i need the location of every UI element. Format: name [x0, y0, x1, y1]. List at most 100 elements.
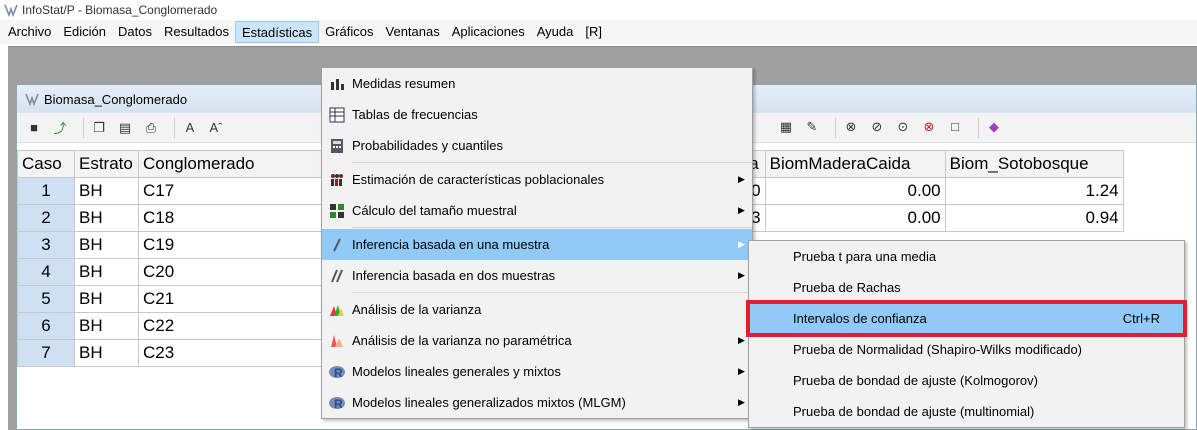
- font-size-icon[interactable]: Aˆ: [207, 119, 225, 137]
- table-icon[interactable]: ▦: [777, 118, 795, 136]
- population-icon: [331, 173, 343, 186]
- filter-off-icon[interactable]: ⊗: [842, 118, 860, 136]
- window-title: InfoStat/P - Biomasa_Conglomerado: [22, 3, 218, 17]
- menu-item-anova-no-parametrica[interactable]: Análisis de la varianza no paramétrica ▶: [322, 325, 752, 356]
- menu-item-tablas-frecuencias[interactable]: Tablas de frecuencias: [322, 99, 752, 130]
- menu-aplicaciones[interactable]: Aplicaciones: [446, 21, 531, 43]
- menu-ayuda[interactable]: Ayuda: [531, 21, 580, 43]
- app-icon: [4, 4, 18, 17]
- row-number[interactable]: 4: [17, 258, 75, 286]
- row-number[interactable]: 6: [17, 312, 75, 340]
- menu-item-label: Modelos lineales generalizados mixtos (M…: [352, 395, 626, 410]
- row-number[interactable]: 1: [17, 177, 75, 205]
- cell[interactable]: BH: [74, 177, 139, 205]
- one-sample-icon: [333, 238, 341, 251]
- filter-red-icon[interactable]: ⊗: [920, 118, 938, 136]
- table-row: .030.000.94: [732, 204, 1124, 232]
- cell[interactable]: BH: [74, 231, 139, 259]
- cell[interactable]: C22: [138, 312, 339, 340]
- cell[interactable]: 0.00: [764, 177, 946, 205]
- search-filter-icon[interactable]: ⊙: [894, 118, 912, 136]
- print-icon[interactable]: ⎙: [142, 119, 160, 137]
- menu-separator: [352, 292, 752, 293]
- paste-icon[interactable]: ▤: [116, 119, 134, 137]
- cell[interactable]: 1.24: [944, 177, 1124, 205]
- cell[interactable]: BH: [74, 258, 139, 286]
- submenu-item-normalidad[interactable]: Prueba de Normalidad (Shapiro-Wilks modi…: [749, 334, 1184, 365]
- cell[interactable]: C19: [138, 231, 339, 259]
- menu-item-medidas-resumen[interactable]: Medidas resumen: [322, 68, 752, 99]
- cell[interactable]: C23: [138, 339, 339, 367]
- menu-item-label: Probabilidades y cuantiles: [352, 138, 504, 153]
- menu-separator: [352, 162, 752, 163]
- menu-graficos[interactable]: Gráficos: [319, 21, 379, 43]
- import-icon[interactable]: ⤴: [51, 119, 69, 137]
- menu-item-inferencia-una-muestra[interactable]: Inferencia basada en una muestra ▶: [322, 229, 752, 260]
- menu-item-inferencia-dos-muestras[interactable]: Inferencia basada en dos muestras ▶: [322, 260, 752, 291]
- submenu-item-kolmogorov[interactable]: Prueba de bondad de ajuste (Kolmogorov): [749, 365, 1184, 396]
- filter-icon[interactable]: ⊘: [868, 118, 886, 136]
- column-header-caso[interactable]: Caso: [17, 150, 75, 178]
- r-icon: R: [329, 396, 345, 411]
- cell[interactable]: BH: [74, 285, 139, 313]
- column-header-conglomerado[interactable]: Conglomerado: [138, 150, 339, 178]
- cell[interactable]: BH: [74, 312, 139, 340]
- submenu-item-label: Prueba t para una media: [793, 249, 937, 264]
- menu-item-analisis-varianza[interactable]: Análisis de la varianza: [322, 294, 752, 325]
- menu-edicion[interactable]: Edición: [57, 21, 112, 43]
- row-number[interactable]: 2: [17, 204, 75, 232]
- cell[interactable]: BH: [74, 339, 139, 367]
- submenu-item-multinomial[interactable]: Prueba de bondad de ajuste (multinomial): [749, 396, 1184, 427]
- menu-item-label: Análisis de la varianza: [352, 302, 482, 317]
- table-row: .800.001.24: [732, 177, 1124, 205]
- table-row: 4 BH C20: [17, 258, 339, 286]
- save-icon[interactable]: ■: [25, 119, 43, 137]
- menu-r[interactable]: [R]: [579, 21, 608, 43]
- submenu-item-prueba-t[interactable]: Prueba t para una media: [749, 241, 1184, 272]
- submenu-item-label: Prueba de Rachas: [793, 280, 901, 295]
- menu-ventanas[interactable]: Ventanas: [380, 21, 446, 43]
- menu-separator: [352, 227, 752, 228]
- menu-archivo[interactable]: Archivo: [2, 21, 57, 43]
- menu-item-label: Análisis de la varianza no paramétrica: [352, 333, 572, 348]
- cell[interactable]: BH: [74, 204, 139, 232]
- menu-datos[interactable]: Datos: [112, 21, 158, 43]
- menu-item-label: Inferencia basada en dos muestras: [352, 268, 556, 283]
- edit-icon[interactable]: ✎: [803, 118, 821, 136]
- nonparam-anova-icon: [331, 334, 343, 347]
- toolbar-separator: [835, 117, 836, 138]
- submenu-item-intervalos-confianza[interactable]: Intervalos de confianza Ctrl+R: [746, 300, 1187, 337]
- box-icon[interactable]: □: [946, 118, 964, 136]
- cell[interactable]: 0.00: [764, 204, 946, 232]
- sample-size-icon: [330, 203, 344, 218]
- cell[interactable]: C21: [138, 285, 339, 313]
- menu-item-mlgm[interactable]: R Modelos lineales generalizados mixtos …: [322, 387, 752, 418]
- menu-item-label: Medidas resumen: [352, 76, 456, 91]
- menu-item-probabilidades[interactable]: Probabilidades y cuantiles: [322, 130, 752, 161]
- row-number[interactable]: 5: [17, 285, 75, 313]
- font-icon[interactable]: A: [181, 119, 199, 137]
- menu-estadisticas[interactable]: Estadísticas: [235, 21, 320, 43]
- table-row: 1 BH C17: [17, 177, 339, 205]
- cell[interactable]: 0.94: [944, 204, 1124, 232]
- submenu-arrow-icon: ▶: [738, 205, 745, 215]
- column-header-estrato[interactable]: Estrato: [74, 150, 139, 178]
- column-header-biom-sotobosque[interactable]: Biom_Sotobosque: [944, 150, 1124, 178]
- submenu-item-rachas[interactable]: Prueba de Rachas: [749, 272, 1184, 303]
- data-grid: Caso Estrato Conglomerado 1 BH C17 2 BH C18 …: [17, 150, 339, 367]
- menu-item-estimacion[interactable]: Estimación de características poblaciona…: [322, 164, 752, 195]
- copy-icon[interactable]: ❐: [90, 119, 108, 137]
- cell[interactable]: C17: [138, 177, 339, 205]
- menubar: Archivo Edición Datos Resultados Estadís…: [0, 20, 1197, 44]
- column-header-biommaderacaida[interactable]: BiomMaderaCaida: [764, 150, 946, 178]
- menu-item-modelos-lineales[interactable]: R Modelos lineales generales y mixtos ▶: [322, 356, 752, 387]
- cell[interactable]: C20: [138, 258, 339, 286]
- table-row: 5 BH C21: [17, 285, 339, 313]
- menu-resultados[interactable]: Resultados: [158, 21, 235, 43]
- row-number[interactable]: 3: [17, 231, 75, 259]
- menu-item-tamano-muestral[interactable]: Cálculo del tamaño muestral ▶: [322, 195, 752, 226]
- table-row: 2 BH C18: [17, 204, 339, 232]
- cell[interactable]: C18: [138, 204, 339, 232]
- color-icon[interactable]: ◆: [985, 118, 1003, 136]
- row-number[interactable]: 7: [17, 339, 75, 367]
